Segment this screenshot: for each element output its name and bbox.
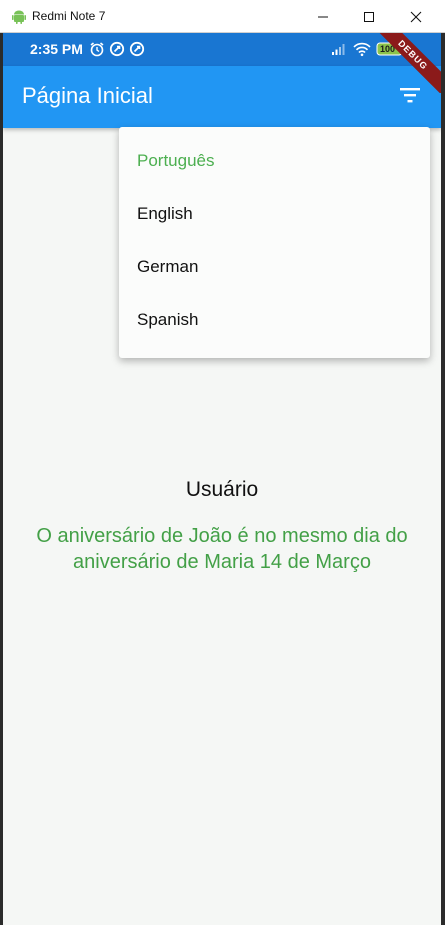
maximize-button[interactable] [346, 0, 392, 33]
menu-item-portugues[interactable]: Português [137, 151, 397, 173]
app-icon [129, 41, 145, 62]
android-icon [11, 9, 27, 25]
signal-icon [331, 41, 347, 62]
birthday-text: O aniversário de João é no mesmo dia do … [36, 525, 408, 573]
alarm-icon [89, 41, 105, 62]
menu-item-german[interactable]: German [137, 257, 397, 279]
menu-item-english[interactable]: English [137, 204, 397, 226]
language-menu: Português English German Spanish [119, 127, 430, 358]
window-title: Redmi Note 7 [32, 9, 106, 23]
window-titlebar: Redmi Note 7 [0, 0, 445, 33]
debug-banner: DEBUG [363, 33, 441, 93]
minimize-button[interactable] [300, 0, 346, 33]
close-button[interactable] [393, 0, 439, 33]
menu-item-spanish[interactable]: Spanish [137, 310, 397, 332]
page-title: Página Inicial [22, 83, 153, 108]
app-icon [109, 41, 125, 62]
user-label: Usuário [185, 478, 259, 501]
debug-banner-label: DEBUG [368, 33, 441, 93]
device-screen: 2:35 PM 100 Página Inicial DEBUG Usuário… [3, 33, 441, 925]
status-time: 2:35 PM [30, 41, 83, 57]
